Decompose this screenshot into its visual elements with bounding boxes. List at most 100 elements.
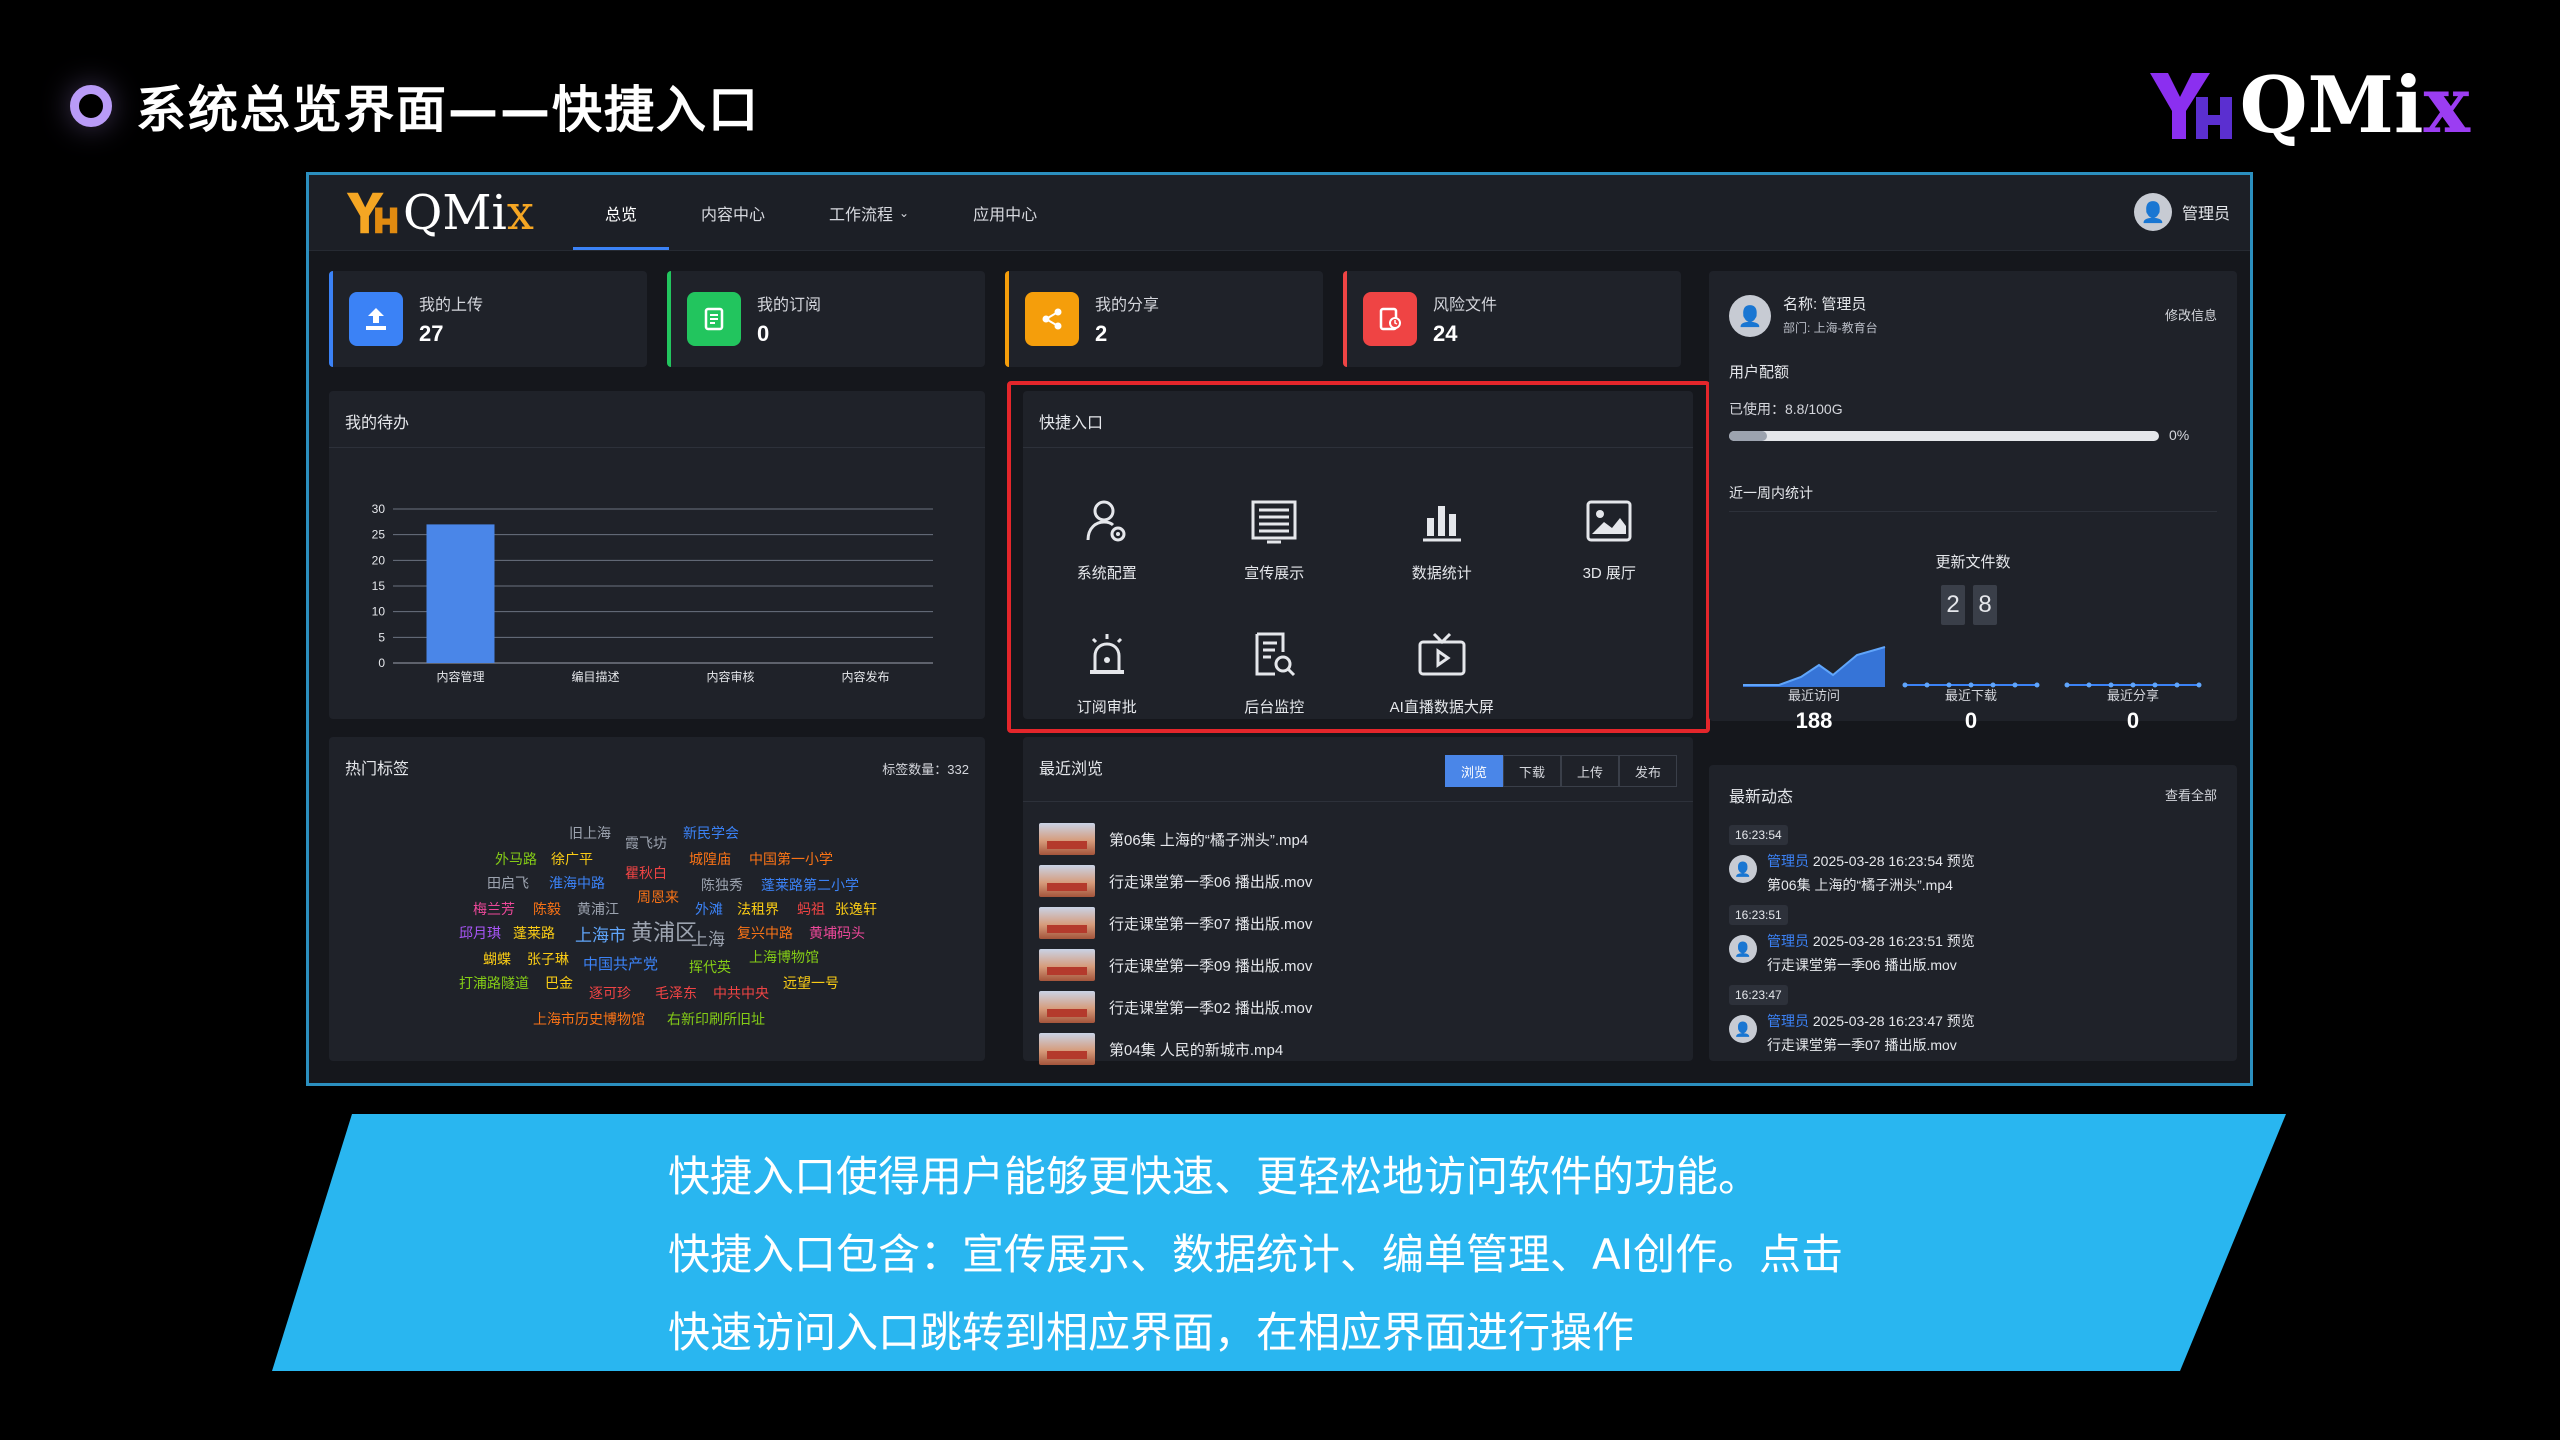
tag-item[interactable]: 梅兰芳	[473, 899, 515, 919]
stat-card-uploads[interactable]: 我的上传 27	[329, 271, 647, 367]
tag-item[interactable]: 上海博物馆	[749, 947, 819, 967]
tag-item[interactable]: 张子琳	[527, 949, 569, 969]
list-item[interactable]: 行走课堂第一季07 播出版.mov	[1039, 907, 1312, 939]
edit-profile-link[interactable]: 修改信息	[2165, 305, 2217, 324]
tag-item[interactable]: 逐可珍	[589, 983, 631, 1003]
tag-item[interactable]: 蓬莱路第二小学	[761, 875, 859, 895]
y-tick-label: 0	[378, 656, 385, 670]
video-thumbnail	[1039, 949, 1095, 981]
list-item[interactable]: 行走课堂第一季02 播出版.mov	[1039, 991, 1312, 1023]
activity-item[interactable]: 👤 管理员 2025-03-28 16:23:51 预览 行走课堂第一季06 播出…	[1729, 931, 1975, 975]
tag-item[interactable]: 远望一号	[783, 973, 839, 993]
counter-digit: 8	[1973, 585, 1997, 625]
app-logo[interactable]: QMi x	[343, 185, 573, 241]
tag-item[interactable]: 中共中央	[713, 983, 769, 1003]
view-all-link[interactable]: 查看全部	[2165, 785, 2217, 804]
tag-item[interactable]: 蚂祖	[797, 899, 825, 919]
activity-time: 16:23:54	[1729, 825, 1788, 845]
x-tick-label: 内容审核	[706, 669, 754, 684]
tag-item[interactable]: 外滩	[695, 899, 723, 919]
activity-item[interactable]: 👤 管理员 2025-03-28 16:23:54 预览 第06集 上海的“橘子洲…	[1729, 851, 1975, 895]
list-item[interactable]: 第06集 上海的“橘子洲头”.mp4	[1039, 823, 1308, 855]
tag-item[interactable]: 中国第一小学	[749, 849, 833, 869]
mini-stat-label: 最近下载	[1944, 688, 1997, 703]
tag-item[interactable]: 徐广平	[551, 849, 593, 869]
tag-item[interactable]: 右新印刷所旧址	[667, 1009, 765, 1029]
tag-item[interactable]: 周恩来	[637, 887, 679, 907]
tag-item[interactable]: 陈毅	[533, 899, 561, 919]
tag-item[interactable]: 淮海中路	[549, 873, 605, 893]
tag-item[interactable]: 田启飞	[487, 873, 529, 893]
hot-tags-panel: 热门标签 标签数量：332 旧上海 霞飞坊 新民学会 外马路 徐广平 城隍庙 中…	[329, 737, 985, 1061]
x-tick-label: 编目描述	[571, 669, 619, 684]
list-item[interactable]: 行走课堂第一季06 播出版.mov	[1039, 865, 1312, 897]
stat-card-subscriptions[interactable]: 我的订阅 0	[667, 271, 985, 367]
subscription-icon	[687, 292, 741, 346]
activity-item[interactable]: 👤 管理员 2025-03-28 16:23:47 预览 行走课堂第一季07 播出…	[1729, 1011, 1975, 1055]
tag-item[interactable]: 法租界	[737, 899, 779, 919]
tag-item[interactable]: 上海市	[575, 921, 626, 946]
stat-card-shares[interactable]: 我的分享 2	[1005, 271, 1323, 367]
nav-overview[interactable]: 总览	[573, 175, 670, 250]
nav-content-center[interactable]: 内容中心	[669, 175, 797, 250]
yh-logo-icon	[2149, 72, 2232, 139]
caption-line: 快捷入口使得用户能够更快速、更轻松地访问软件的功能。	[668, 1152, 1761, 1201]
tab-upload[interactable]: 上传	[1561, 755, 1619, 787]
tag-item[interactable]: 黄埔码头	[809, 923, 865, 943]
list-item[interactable]: 第04集 人民的新城市.mp4	[1039, 1033, 1283, 1065]
chart-bar[interactable]	[426, 524, 495, 663]
tag-item[interactable]: 毛泽东	[655, 983, 697, 1003]
user-menu[interactable]: 👤 管理员	[2133, 193, 2230, 231]
profile-name: 名称: 管理员	[1783, 296, 1867, 313]
tag-item[interactable]: 霞飞坊	[625, 833, 667, 853]
nav-workflow[interactable]: 工作流程 ⌄	[797, 175, 941, 250]
tag-item[interactable]: 挥代英	[689, 957, 731, 977]
mini-stat-value: 0	[2126, 708, 2140, 733]
stat-accent	[1005, 271, 1009, 367]
brand-logo-text: QMi	[2239, 60, 2424, 151]
activity-file: 行走课堂第一季06 播出版.mov	[1767, 957, 1957, 973]
tag-item[interactable]: 新民学会	[683, 823, 739, 843]
tag-item[interactable]: 外马路	[495, 849, 537, 869]
tag-item[interactable]: 邱月琪	[459, 923, 501, 943]
tag-item[interactable]: 陈独秀	[701, 875, 743, 895]
mini-stat-shares: 最近分享 0	[2063, 685, 2203, 734]
tag-item[interactable]: 打浦路隧道	[459, 973, 529, 993]
quota-used: 已使用：8.8/100G	[1729, 401, 1843, 417]
tag-item[interactable]: 巴金	[545, 973, 573, 993]
panel-title: 最近浏览	[1039, 761, 1104, 778]
tag-item[interactable]: 中国共产党	[583, 953, 658, 974]
avatar: 👤	[1729, 855, 1757, 883]
tag-item[interactable]: 黄浦区	[631, 915, 697, 947]
tag-item[interactable]: 复兴中路	[737, 923, 793, 943]
tag-item[interactable]: 旧上海	[569, 823, 611, 843]
panel-divider	[1729, 511, 2217, 512]
tab-browse[interactable]: 浏览	[1445, 755, 1503, 787]
list-item[interactable]: 行走课堂第一季09 播出版.mov	[1039, 949, 1312, 981]
tag-item[interactable]: 蝴蝶	[483, 949, 511, 969]
tab-publish[interactable]: 发布	[1619, 755, 1677, 787]
downloads-sparkline	[1902, 682, 2040, 688]
recent-file-name: 行走课堂第一季09 播出版.mov	[1109, 957, 1313, 975]
todo-panel: 我的待办 0 5 10 15 20 25 30 内容管理 编目描述 内容审核 内容发布	[329, 391, 985, 719]
y-tick-label: 30	[372, 502, 386, 516]
activity-panel: 最新动态 查看全部 16:23:54 👤 管理员 2025-03-28 16:2…	[1709, 765, 2237, 1061]
stat-label: 风险文件	[1433, 297, 1498, 314]
tab-download[interactable]: 下载	[1503, 755, 1561, 787]
stat-value: 2	[1095, 321, 1108, 346]
tag-item[interactable]: 上海	[691, 925, 725, 950]
updated-files-counter: 2 8	[1941, 585, 1997, 625]
activity-user: 管理员	[1767, 853, 1809, 869]
tag-item[interactable]: 上海市历史博物馆	[533, 1009, 645, 1029]
tag-item[interactable]: 瞿秋白	[625, 863, 667, 883]
stat-card-risk-files[interactable]: 风险文件 24	[1343, 271, 1681, 367]
share-icon	[1025, 292, 1079, 346]
tag-item[interactable]: 蓬莱路	[513, 923, 555, 943]
recent-file-name: 第06集 上海的“橘子洲头”.mp4	[1109, 831, 1309, 849]
tag-item[interactable]: 张逸轩	[835, 899, 877, 919]
tag-item[interactable]: 城隍庙	[689, 849, 731, 869]
video-thumbnail	[1039, 991, 1095, 1023]
tag-count: 标签数量：332	[882, 762, 969, 777]
nav-app-center[interactable]: 应用中心	[941, 175, 1069, 250]
tag-item[interactable]: 黄浦江	[577, 899, 619, 919]
